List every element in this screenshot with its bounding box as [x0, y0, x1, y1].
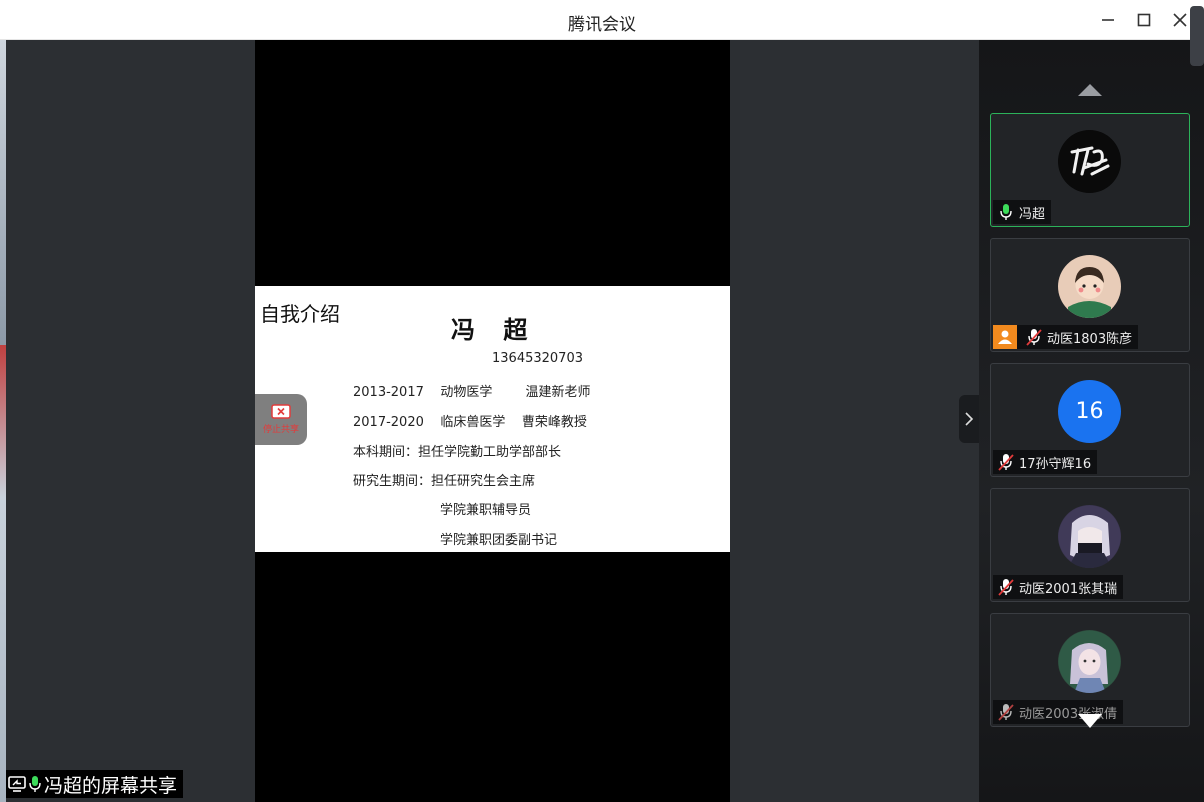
triangle-down-icon: [1078, 714, 1102, 728]
mic-on-icon: [993, 200, 1019, 224]
host-icon: [993, 325, 1017, 349]
screen-share-badge: 冯超的屏幕共享: [6, 770, 184, 798]
slide-line: 研究生期间：担任研究生会主席: [353, 474, 536, 489]
chevron-right-icon: [965, 412, 974, 426]
participant-namebar: 17孙守辉16: [993, 450, 1098, 474]
title-bar: 腾讯会议: [0, 0, 1204, 40]
panel-scrollbar[interactable]: [1190, 6, 1204, 66]
participant-tile[interactable]: 16 17孙守辉16: [990, 363, 1190, 477]
stop-share-label: 停止共享: [262, 425, 299, 435]
collapse-panel-button[interactable]: [959, 395, 979, 443]
participant-tile[interactable]: 动医2001张其瑞: [990, 488, 1190, 602]
screen-share-icon: [8, 776, 26, 792]
stop-share-icon: [271, 404, 291, 419]
scroll-up-button[interactable]: [1078, 82, 1102, 101]
slide-line: 学院兼职团委副书记: [440, 533, 558, 548]
scroll-down-button[interactable]: [1078, 713, 1102, 733]
screen-share-area: 自我介绍 冯 超 13645320703 2013-2017 动物医学 温建新老…: [6, 40, 979, 802]
participant-name: 动医1803陈彦: [1047, 331, 1133, 347]
slide-line: 本科期间：担任学院勤工助学部部长: [353, 445, 562, 460]
shared-content-frame: 自我介绍 冯 超 13645320703 2013-2017 动物医学 温建新老…: [255, 40, 730, 802]
just-do-it-logo-avatar: [1058, 130, 1121, 193]
stop-share-button[interactable]: 停止共享: [255, 394, 307, 445]
participant-namebar: 动医2003张淑倩: [993, 700, 1124, 724]
number-avatar: 16: [1058, 380, 1121, 443]
participant-namebar: 动医1803陈彦: [993, 325, 1139, 349]
cartoon-boy-avatar: [1058, 255, 1121, 318]
minimize-button[interactable]: [1094, 6, 1122, 34]
mic-muted-icon: [993, 575, 1019, 599]
slide-line: 2013-2017 动物医学 温建新老师: [353, 385, 591, 400]
mic-muted-icon: [1021, 325, 1047, 349]
mic-on-icon: [28, 775, 42, 793]
mic-muted-icon: [993, 450, 1019, 474]
shared-slide: 自我介绍 冯 超 13645320703 2013-2017 动物医学 温建新老…: [255, 286, 730, 552]
participant-name: 动医2001张其瑞: [1019, 581, 1118, 597]
maximize-button[interactable]: [1130, 6, 1158, 34]
participant-name: 17孙守辉16: [1019, 456, 1092, 472]
participant-tile[interactable]: 动医1803陈彦: [990, 238, 1190, 352]
minimize-icon: [1102, 19, 1114, 21]
participant-namebar: 动医2001张其瑞: [993, 575, 1124, 599]
girl-photo-avatar: [1058, 630, 1121, 693]
participant-tile[interactable]: 冯超: [990, 113, 1190, 227]
close-icon: [1173, 13, 1187, 27]
participant-tile[interactable]: 动医2003张淑倩: [990, 613, 1190, 727]
anime-character-avatar: [1058, 505, 1121, 568]
slide-line: 学院兼职辅导员: [440, 503, 532, 518]
mic-muted-icon: [993, 700, 1019, 724]
slide-heading: 自我介绍: [260, 302, 340, 326]
participant-name: 动医2003张淑倩: [1019, 706, 1118, 722]
window-title: 腾讯会议: [568, 15, 636, 35]
triangle-up-icon: [1078, 84, 1102, 96]
screen-share-label: 冯超的屏幕共享: [44, 774, 178, 797]
maximize-icon: [1137, 13, 1151, 27]
slide-phone: 13645320703: [492, 351, 583, 366]
slide-line: 2017-2020 临床兽医学 曹荣峰教授: [353, 415, 587, 430]
slide-name: 冯 超: [451, 316, 538, 344]
meeting-window: 腾讯会议 自我介绍 冯 超 13645320703 2013-2017 动物医学…: [0, 0, 1204, 802]
participant-name: 冯超: [1019, 206, 1046, 222]
participant-namebar: 冯超: [993, 200, 1052, 224]
